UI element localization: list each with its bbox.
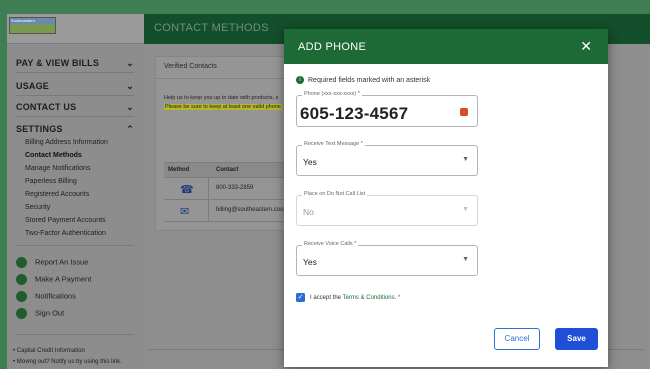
add-phone-dialog: ADD PHONE ✕ i Required fields marked with… xyxy=(284,29,608,367)
moving-out-link[interactable]: • Moving out? Notify us by using this li… xyxy=(13,359,122,365)
nav-section-label: PAY & VIEW BILLS xyxy=(16,58,100,68)
do-not-call-value: No xyxy=(303,207,314,217)
contact-value: 800-333-2859 xyxy=(216,185,254,191)
receive-text-label: Receive Text Message * xyxy=(302,141,365,147)
action-label: Notifications xyxy=(35,291,76,301)
nav-section-usage[interactable]: USAGE ⌄ xyxy=(16,81,134,91)
caret-down-icon: ▼ xyxy=(462,206,469,213)
divider xyxy=(16,116,134,117)
receive-text-value: Yes xyxy=(303,157,317,167)
terms-row: ✓ I accept the Terms & Conditions. * xyxy=(296,293,400,302)
nav-section-label: CONTACT US xyxy=(16,102,77,112)
sidebar-item-two-factor-authentication[interactable]: Two-Factor Authentication xyxy=(25,230,106,237)
action-label: Make A Payment xyxy=(35,274,92,284)
dialog-title: ADD PHONE xyxy=(298,41,367,53)
sidebar-item-stored-payment-accounts[interactable]: Stored Payment Accounts xyxy=(25,217,106,224)
column-header-method: Method xyxy=(168,167,190,173)
table-header: Method Contact xyxy=(164,162,294,178)
sidebar-item-billing-address[interactable]: Billing Address Information xyxy=(25,139,108,146)
make-payment-link[interactable]: Make A Payment xyxy=(16,274,91,285)
sidebar-item-paperless-billing[interactable]: Paperless Billing xyxy=(25,178,77,185)
sign-out-icon xyxy=(16,308,27,319)
terms-checkbox[interactable]: ✓ xyxy=(296,293,305,302)
close-icon[interactable]: ✕ xyxy=(580,38,592,55)
required-note: i Required fields marked with an asterisk xyxy=(296,76,430,84)
divider xyxy=(16,334,134,335)
nav-section-settings[interactable]: SETTINGS ⌃ xyxy=(16,124,134,134)
cancel-button[interactable]: Cancel xyxy=(494,328,540,350)
nav-section-pay-view-bills[interactable]: PAY & VIEW BILLS ⌄ xyxy=(16,58,134,68)
receive-text-label-text: Receive Text Message xyxy=(304,141,360,147)
contact-value: billing@southeastern.coop xyxy=(216,207,287,213)
sign-out-link[interactable]: Sign Out xyxy=(16,308,64,319)
action-label: Sign Out xyxy=(35,308,65,318)
sidebar-item-manage-notifications[interactable]: Manage Notifications xyxy=(25,165,90,172)
table-row[interactable]: ✉ billing@southeastern.coop xyxy=(164,200,294,222)
required-asterisk: * xyxy=(360,141,363,147)
chevron-up-icon: ⌃ xyxy=(126,124,134,134)
help-text: Help us to keep you up to date with prod… xyxy=(164,95,279,101)
phone-input[interactable]: 605-123-4567 xyxy=(300,104,408,124)
required-note-text: Required fields marked with an asterisk xyxy=(308,76,431,84)
phone-field[interactable]: Phone (xxx-xxx-xxxx) * 605-123-4567 xyxy=(296,91,478,127)
report-issue-icon xyxy=(16,257,27,268)
caret-down-icon: ▼ xyxy=(462,256,469,263)
receive-voice-label: Receive Voice Calls * xyxy=(302,241,359,247)
nav-section-label: USAGE xyxy=(16,81,50,91)
receive-text-select[interactable]: Receive Text Message * Yes ▼ xyxy=(296,141,478,176)
required-asterisk: * xyxy=(354,241,357,247)
email-icon: ✉ xyxy=(180,206,190,218)
phone-field-label: Phone (xxx-xxx-xxxx) * xyxy=(302,91,362,97)
do-not-call-label: Place on Do Not Call List xyxy=(302,191,368,197)
save-button[interactable]: Save xyxy=(555,328,598,350)
do-not-call-select: Place on Do Not Call List No ▼ xyxy=(296,191,478,226)
divider xyxy=(16,245,134,246)
divider xyxy=(16,95,134,96)
report-issue-link[interactable]: Report An Issue xyxy=(16,257,88,268)
payment-icon xyxy=(16,274,27,285)
sidebar-item-contact-methods[interactable]: Contact Methods xyxy=(25,152,82,159)
required-asterisk: * xyxy=(357,91,360,97)
card-title: Verified Contacts xyxy=(164,63,217,70)
receive-voice-select[interactable]: Receive Voice Calls * Yes ▼ xyxy=(296,241,478,276)
brand-logo-text: Southeastern xyxy=(11,18,35,23)
dialog-header: ADD PHONE ✕ xyxy=(284,29,608,64)
receive-voice-value: Yes xyxy=(303,257,317,267)
capital-credit-link[interactable]: • Capital Credit Information xyxy=(13,348,85,354)
divider xyxy=(16,72,134,73)
chevron-down-icon: ⌄ xyxy=(126,81,134,91)
bell-icon xyxy=(16,291,27,302)
nav-section-label: SETTINGS xyxy=(16,124,63,134)
footer-link-label: Moving out? Notify us by using this link… xyxy=(16,359,122,365)
action-label: Report An Issue xyxy=(35,257,89,267)
notifications-link[interactable]: Notifications xyxy=(16,291,76,302)
sidebar-item-registered-accounts[interactable]: Registered Accounts xyxy=(25,191,89,198)
chevron-down-icon: ⌄ xyxy=(126,102,134,112)
table-row[interactable]: ☎ 800-333-2859 xyxy=(164,178,294,200)
caret-down-icon: ▼ xyxy=(462,156,469,163)
nav-section-contact-us[interactable]: CONTACT US ⌄ xyxy=(16,102,134,112)
sidebar: Southeastern PAY & VIEW BILLS ⌄ USAGE ⌄ … xyxy=(7,14,144,369)
required-asterisk: * xyxy=(397,295,401,302)
divider xyxy=(156,78,294,79)
chevron-down-icon: ⌄ xyxy=(126,58,134,68)
column-header-contact: Contact xyxy=(216,167,239,173)
phone-label-text: Phone (xxx-xxx-xxxx) xyxy=(304,91,357,97)
verified-contacts-card: Verified Contacts Help us to keep you up… xyxy=(155,56,294,231)
info-icon: i xyxy=(296,76,304,84)
brand-logo[interactable]: Southeastern xyxy=(9,17,56,34)
footer-link-label: Capital Credit Information xyxy=(16,348,85,354)
terms-prefix: I accept the xyxy=(310,295,342,302)
page-title: CONTACT METHODS xyxy=(154,22,269,34)
logo-area: Southeastern xyxy=(7,14,144,44)
sidebar-item-security[interactable]: Security xyxy=(25,204,50,211)
phone-icon: ☎ xyxy=(180,184,194,196)
terms-link[interactable]: Terms & Conditions. xyxy=(343,295,397,301)
autofill-icon[interactable] xyxy=(460,108,468,116)
warning-text: Please be sure to keep at least one vali… xyxy=(164,104,282,110)
receive-voice-label-text: Receive Voice Calls xyxy=(304,241,353,247)
contacts-table: Method Contact ☎ 800-333-2859 ✉ billing@… xyxy=(164,162,294,222)
